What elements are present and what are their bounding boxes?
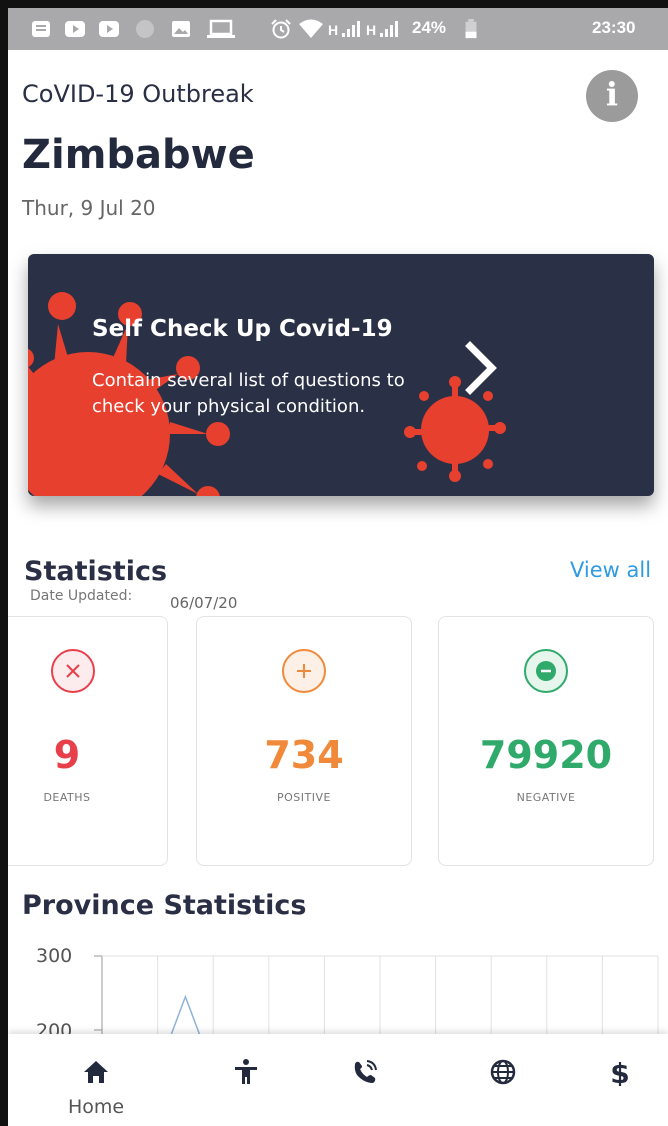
youtube-icon <box>65 21 85 37</box>
minus-circle-icon <box>524 649 568 693</box>
y-tick-label: 200 <box>36 1020 72 1034</box>
chevron-right-icon[interactable] <box>460 340 500 396</box>
image-icon <box>172 21 190 37</box>
negative-count: 79920 <box>479 733 613 777</box>
dollar-icon: $ <box>610 1058 629 1086</box>
bottom-navigation: Home $ <box>8 1034 668 1126</box>
globe-icon <box>490 1059 516 1085</box>
chart-series-line <box>170 994 201 1034</box>
app-title: CoVID-19 Outbreak <box>22 80 254 108</box>
svg-text:$: $ <box>610 1058 629 1086</box>
province-statistics-title: Province Statistics <box>22 890 307 921</box>
home-icon <box>84 1061 108 1083</box>
nav-hotline[interactable] <box>310 1034 420 1126</box>
deaths-card[interactable]: 9 DEATHS <box>8 616 168 866</box>
info-icon: i <box>605 75 619 113</box>
deaths-count: 9 <box>53 733 81 777</box>
country-title: Zimbabwe <box>22 132 255 178</box>
banner-description: Contain several list of questions to che… <box>92 370 405 417</box>
signal-icon <box>342 21 360 37</box>
nav-home[interactable]: Home <box>41 1034 151 1126</box>
province-chart: 300 200 <box>36 945 659 1034</box>
deaths-label: DEATHS <box>43 791 91 804</box>
status-bar: H H 24% 23:30 <box>8 8 668 50</box>
wifi-icon <box>299 19 323 38</box>
positive-label: POSITIVE <box>277 791 331 804</box>
network-type: H <box>366 22 377 38</box>
statistics-title: Statistics <box>24 556 168 587</box>
date-updated-value: 06/07/20 <box>170 594 238 612</box>
app-screen: H H 24% 23:30 CoVID-19 Outbreak i Zimbab… <box>8 8 668 1126</box>
nav-global[interactable] <box>448 1034 558 1126</box>
close-circle-icon <box>51 649 95 693</box>
laptop-icon <box>207 19 235 38</box>
negative-label: NEGATIVE <box>516 791 576 804</box>
negative-card[interactable]: 79920 NEGATIVE <box>438 616 654 866</box>
current-date: Thur, 9 Jul 20 <box>22 196 156 220</box>
circle-icon <box>136 20 154 38</box>
phone-call-icon <box>354 1060 377 1083</box>
y-tick-label: 300 <box>36 945 72 967</box>
notes-icon <box>32 21 50 37</box>
accessibility-icon <box>235 1059 257 1084</box>
positive-count: 734 <box>264 733 344 777</box>
alarm-icon <box>271 19 291 39</box>
signal-icon <box>380 21 398 37</box>
battery-icon <box>465 19 477 39</box>
chart-grid <box>94 955 659 1034</box>
clock: 23:30 <box>592 18 636 37</box>
nav-home-label: Home <box>67 1096 125 1118</box>
nav-donate[interactable]: $ <box>565 1034 668 1126</box>
youtube-icon <box>99 21 119 37</box>
battery-percent: 24% <box>412 18 447 37</box>
nav-self-check[interactable] <box>191 1034 301 1126</box>
self-check-banner[interactable]: Self Check Up Covid-19 Contain several l… <box>28 254 654 496</box>
info-button[interactable]: i <box>586 70 638 122</box>
plus-circle-icon <box>282 649 326 693</box>
network-type: H <box>328 22 339 38</box>
banner-title: Self Check Up Covid-19 <box>92 316 393 342</box>
positive-card[interactable]: 734 POSITIVE <box>196 616 412 866</box>
view-all-link[interactable]: View all <box>570 558 651 582</box>
date-updated-label: Date Updated: <box>30 588 133 604</box>
